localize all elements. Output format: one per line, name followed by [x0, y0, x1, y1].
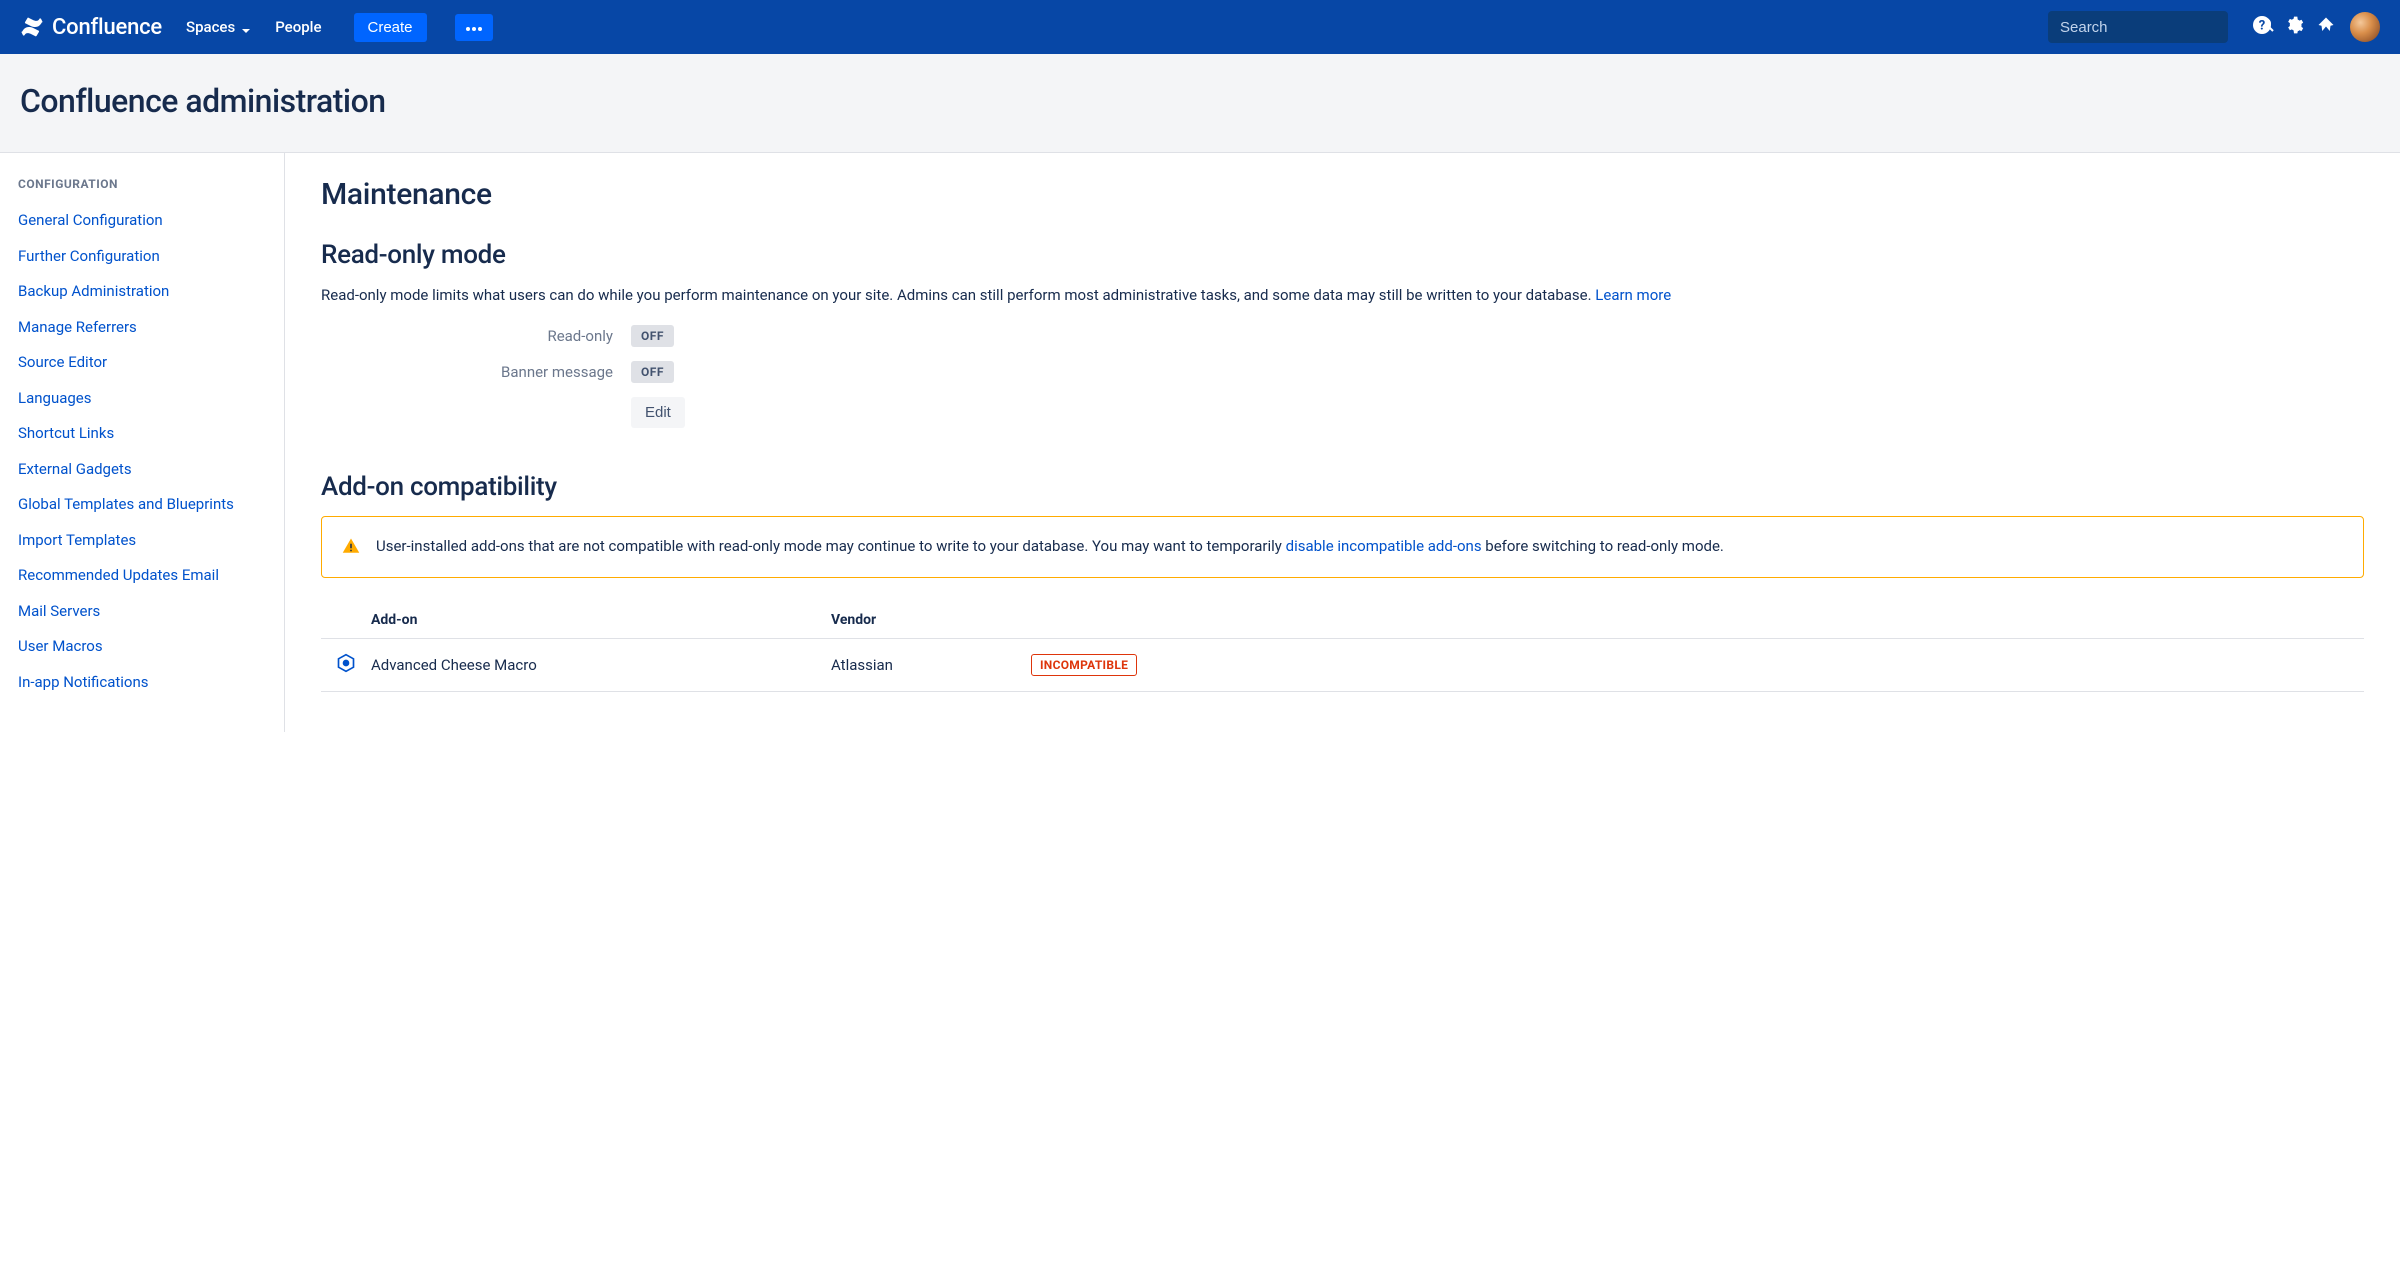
page-title: Confluence administration	[20, 82, 2380, 120]
sidebar-item-in-app-notifications[interactable]: In-app Notifications	[18, 665, 266, 701]
sidebar-item-backup-administration[interactable]: Backup Administration	[18, 274, 266, 310]
user-avatar[interactable]	[2350, 12, 2380, 42]
column-addon: Add-on	[371, 612, 831, 628]
gear-icon	[2284, 15, 2304, 39]
addon-table: Add-on Vendor Advanced Cheese Macro Atla…	[321, 602, 2364, 692]
settings-button[interactable]	[2278, 11, 2310, 43]
admin-sidebar: Configuration General Configuration Furt…	[0, 153, 285, 732]
readonly-toggle[interactable]: OFF	[631, 325, 674, 347]
readonly-toggle-row: Read-only OFF	[321, 325, 2364, 347]
banner-toggle[interactable]: OFF	[631, 361, 674, 383]
column-vendor: Vendor	[831, 612, 1031, 628]
notifications-button[interactable]	[2310, 11, 2342, 43]
primary-nav: Spaces People Create	[186, 13, 493, 42]
ellipsis-icon	[465, 20, 483, 35]
sidebar-item-source-editor[interactable]: Source Editor	[18, 345, 266, 381]
product-name: Confluence	[52, 15, 162, 40]
addon-icon	[336, 653, 356, 677]
svg-text:?: ?	[2259, 19, 2265, 34]
page-header: Confluence administration	[0, 54, 2400, 153]
sidebar-item-user-macros[interactable]: User Macros	[18, 629, 266, 665]
sidebar-item-external-gadgets[interactable]: External Gadgets	[18, 452, 266, 488]
help-icon: ?	[2252, 15, 2272, 39]
warning-text: User-installed add-ons that are not comp…	[376, 535, 1724, 559]
sidebar-item-mail-servers[interactable]: Mail Servers	[18, 594, 266, 630]
compat-heading: Add-on compatibility	[321, 472, 2364, 502]
nav-spaces[interactable]: Spaces	[186, 18, 251, 36]
edit-button[interactable]: Edit	[631, 397, 685, 428]
main-title: Maintenance	[321, 177, 2364, 212]
main-content: Maintenance Read-only mode Read-only mod…	[285, 153, 2400, 732]
confluence-icon	[20, 15, 44, 39]
addon-name: Advanced Cheese Macro	[371, 656, 831, 674]
learn-more-link[interactable]: Learn more	[1595, 286, 1671, 304]
product-logo[interactable]: Confluence	[20, 15, 162, 40]
notification-icon	[2317, 16, 2335, 38]
sidebar-section-title: Configuration	[18, 177, 266, 191]
top-navigation: Confluence Spaces People Create	[0, 0, 2400, 54]
sidebar-item-recommended-updates[interactable]: Recommended Updates Email	[18, 558, 266, 594]
readonly-label: Read-only	[321, 327, 631, 345]
sidebar-item-further-configuration[interactable]: Further Configuration	[18, 239, 266, 275]
help-button[interactable]: ?	[2246, 11, 2278, 43]
readonly-description: Read-only mode limits what users can do …	[321, 284, 2364, 307]
sidebar-item-global-templates[interactable]: Global Templates and Blueprints	[18, 487, 266, 523]
sidebar-item-shortcut-links[interactable]: Shortcut Links	[18, 416, 266, 452]
banner-toggle-row: Banner message OFF	[321, 361, 2364, 383]
sidebar-item-import-templates[interactable]: Import Templates	[18, 523, 266, 559]
status-badge: INCOMPATIBLE	[1031, 654, 1137, 676]
more-actions-button[interactable]	[455, 14, 493, 41]
sidebar-item-general-configuration[interactable]: General Configuration	[18, 203, 266, 239]
banner-label: Banner message	[321, 363, 631, 381]
addon-vendor: Atlassian	[831, 656, 1031, 674]
sidebar-item-manage-referrers[interactable]: Manage Referrers	[18, 310, 266, 346]
readonly-heading: Read-only mode	[321, 240, 2364, 270]
sidebar-item-languages[interactable]: Languages	[18, 381, 266, 417]
addon-table-header: Add-on Vendor	[321, 602, 2364, 639]
compatibility-warning: User-installed add-ons that are not comp…	[321, 516, 2364, 578]
search-box[interactable]	[2048, 11, 2228, 43]
addon-row[interactable]: Advanced Cheese Macro Atlassian INCOMPAT…	[321, 639, 2364, 692]
create-button[interactable]: Create	[354, 13, 427, 42]
nav-people[interactable]: People	[275, 18, 321, 36]
chevron-down-icon	[241, 22, 251, 32]
disable-addons-link[interactable]: disable incompatible add-ons	[1286, 537, 1482, 555]
warning-icon	[342, 537, 360, 559]
search-input[interactable]	[2060, 19, 2259, 36]
